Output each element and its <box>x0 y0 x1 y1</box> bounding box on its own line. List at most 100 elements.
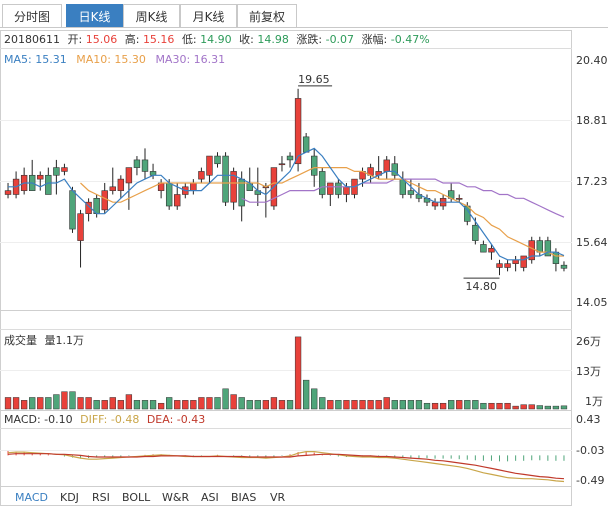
indicator-tabs: MACD KDJ RSI BOLL W&R ASI BIAS VR <box>15 491 286 504</box>
indicator-tab-asi[interactable]: ASI <box>201 491 219 504</box>
candle-body <box>294 98 302 165</box>
info-change-label: 涨跌: <box>296 32 322 46</box>
volume-bar <box>117 400 124 410</box>
volume-bar <box>286 400 294 410</box>
price-tick: 17.23 <box>576 175 608 188</box>
volume-bar <box>53 394 60 410</box>
candle-body <box>496 263 503 268</box>
volume-bar <box>560 405 568 410</box>
volume-bar <box>536 405 543 410</box>
volume-bar <box>311 388 318 410</box>
info-close: 14.98 <box>257 33 289 46</box>
indicator-tab-rsi[interactable]: RSI <box>92 491 110 504</box>
candle-body <box>472 224 479 241</box>
volume-bar <box>238 397 245 410</box>
macd-tick: -0.03 <box>576 444 604 457</box>
candle-body <box>190 182 197 191</box>
volume-bar <box>423 402 431 410</box>
volume-bar <box>37 397 44 410</box>
indicator-tab-vr[interactable]: VR <box>270 491 286 504</box>
candle-body <box>310 155 318 176</box>
volume-bar <box>101 400 108 410</box>
info-pct-label: 涨幅: <box>362 33 388 46</box>
volume-title-bar: 成交量 量1.1万 <box>4 333 84 347</box>
info-high-label: 高: <box>125 32 140 46</box>
volume-bar <box>415 400 423 410</box>
volume-bar <box>552 405 560 410</box>
volume-bar <box>20 400 28 410</box>
candle-body <box>214 155 221 165</box>
candle-body <box>37 174 44 180</box>
volume-bar <box>327 400 334 410</box>
volume-bar <box>496 402 503 410</box>
candle-body <box>246 182 253 191</box>
volume-bar <box>69 391 76 410</box>
volume-bar <box>359 400 366 410</box>
volume-bar <box>335 400 342 410</box>
volume-bar <box>343 400 350 410</box>
volume-bar <box>222 388 229 410</box>
ma5-legend: MA5: 15.31 <box>4 53 67 66</box>
price-tick: 18.81 <box>576 114 608 127</box>
volume-bar <box>439 402 447 410</box>
volume-bar <box>383 397 390 410</box>
info-low-label: 低: <box>182 33 197 46</box>
volume-bar <box>157 402 165 410</box>
volume-bar <box>302 379 310 410</box>
volume-bar <box>407 400 415 410</box>
volume-bar <box>141 400 149 410</box>
low-annotation: 14.80 <box>466 280 498 293</box>
indicator-tab-kdj[interactable]: KDJ <box>60 491 79 504</box>
candle-body <box>560 264 568 269</box>
volume-tick: 1万 <box>585 395 603 408</box>
volume-tick: 26万 <box>576 335 601 348</box>
volume-bar <box>270 397 278 410</box>
volume-bar <box>125 394 133 410</box>
indicator-tab-macd[interactable]: MACD <box>15 491 48 504</box>
volume-title: 成交量 <box>4 333 37 347</box>
volume-bar <box>367 400 374 410</box>
volume-bar <box>399 400 406 410</box>
candle-body <box>165 182 173 207</box>
candle-body <box>141 159 149 172</box>
volume-bar <box>12 397 20 410</box>
macd-value: MACD: -0.10 <box>4 413 73 426</box>
info-open: 15.06 <box>86 33 118 46</box>
indicator-tab-bias[interactable]: BIAS <box>231 491 256 504</box>
candle-body <box>133 159 141 168</box>
candle-body <box>53 167 60 176</box>
volume-bar <box>488 402 495 410</box>
volume-bar <box>230 394 237 410</box>
candle-body <box>504 263 511 268</box>
price-tick: 15.64 <box>576 236 608 249</box>
stock-chart: 20180611 开: 15.06 高: 15.16 低: 14.90 收: 1… <box>0 30 608 506</box>
volume-bar <box>77 397 84 410</box>
candle-body <box>302 136 310 153</box>
candle-body <box>222 155 229 203</box>
grid <box>0 30 572 506</box>
macd-tick: -0.49 <box>576 474 604 487</box>
candle-body <box>343 186 350 195</box>
candle-body <box>109 186 116 191</box>
info-close-label: 收: <box>239 32 254 46</box>
kline-widget: 分时图 日K线 周K线 月K线 前复权 20180611 开: 15.06 高:… <box>0 0 608 509</box>
candle-body <box>335 182 342 195</box>
volume-bar <box>254 400 261 410</box>
info-change: -0.07 <box>326 33 354 46</box>
info-high: 15.16 <box>143 33 175 46</box>
candle-body <box>327 182 334 195</box>
volume-bar <box>246 400 253 410</box>
volume-bar <box>214 397 221 410</box>
volume-bar <box>528 404 535 410</box>
volume-bar <box>29 397 36 410</box>
volume-bar <box>174 400 181 410</box>
candle-body <box>101 190 108 211</box>
volume-bar <box>149 400 157 410</box>
ma-legend: MA5: 15.31 MA10: 15.30 MA30: 16.31 <box>4 53 225 66</box>
volume-bar <box>294 336 302 410</box>
indicator-tab-boll[interactable]: BOLL <box>122 491 151 504</box>
volume-bar <box>4 397 12 410</box>
indicator-tab-wr[interactable]: W&R <box>162 491 189 504</box>
volume-bar <box>133 400 141 410</box>
info-date: 20180611 <box>4 33 60 46</box>
